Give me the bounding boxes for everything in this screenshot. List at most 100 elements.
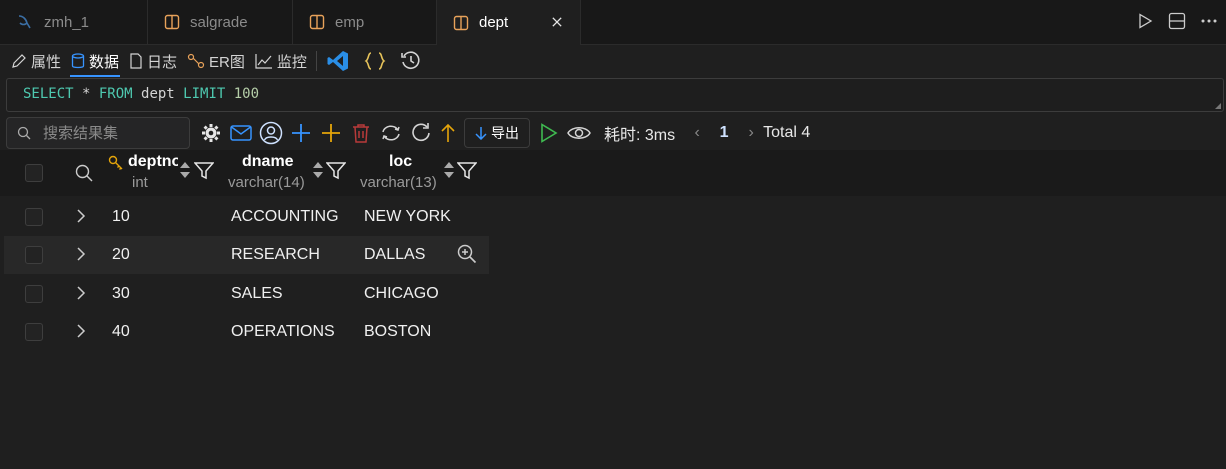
cell-dname[interactable]: OPERATIONS (231, 323, 335, 341)
filter-icon[interactable] (457, 162, 477, 180)
cell-loc[interactable]: BOSTON (364, 323, 431, 341)
current-page[interactable]: 1 (709, 124, 739, 142)
result-search-input[interactable] (41, 123, 185, 143)
column-type: int (132, 174, 148, 191)
row-checkbox[interactable] (25, 285, 43, 303)
view-toolbar: 属性 数据 日志 ER图 监控 (0, 45, 1226, 77)
vscode-icon (327, 51, 348, 71)
cell-deptno[interactable]: 20 (112, 246, 130, 264)
delete-trash-icon[interactable] (346, 118, 376, 148)
run-icon[interactable] (1134, 10, 1156, 32)
cell-dname[interactable]: SALES (231, 285, 283, 303)
pagination: ‹ 1 › Total 4 (685, 124, 810, 142)
chevron-right-icon[interactable]: › (739, 124, 763, 142)
refresh-icon[interactable] (406, 118, 436, 148)
tab-zmh-1[interactable]: zmh_1 (0, 0, 148, 44)
sql-keyword: SELECT (23, 86, 74, 102)
run-query-icon[interactable] (534, 118, 564, 148)
tab-label: emp (335, 13, 365, 31)
chevron-left-icon[interactable]: ‹ (685, 124, 709, 142)
row-checkbox[interactable] (25, 208, 43, 226)
add-column-icon[interactable] (316, 118, 346, 148)
close-icon[interactable] (552, 12, 572, 32)
select-all-checkbox[interactable] (25, 164, 43, 182)
tab-salgrade[interactable]: salgrade (148, 0, 293, 44)
cell-deptno[interactable]: 10 (112, 208, 130, 226)
cell-dname[interactable]: RESEARCH (231, 246, 320, 264)
data-label: 数据 (89, 53, 120, 71)
table-row[interactable]: 30 SALES CHICAGO (0, 275, 1226, 313)
cell-loc[interactable]: DALLAS (364, 246, 425, 264)
sort-icon[interactable] (311, 160, 325, 180)
cell-deptno[interactable]: 30 (112, 285, 130, 303)
sync-icon[interactable] (376, 118, 406, 148)
row-checkbox[interactable] (25, 246, 43, 264)
sort-icon[interactable] (178, 160, 192, 180)
tab-dept[interactable]: dept (437, 0, 581, 45)
column-header-loc[interactable]: loc varchar(13) (360, 150, 480, 196)
properties-tab[interactable]: 属性 (6, 47, 66, 75)
chevron-right-icon[interactable] (76, 285, 86, 301)
arrow-down-icon (475, 127, 487, 140)
search-icon[interactable] (75, 164, 93, 185)
query-timing: 耗时: 3ms (604, 127, 676, 144)
tab-emp[interactable]: emp (293, 0, 437, 44)
pencil-icon (12, 54, 26, 68)
cell-dname[interactable]: ACCOUNTING (231, 208, 339, 226)
data-tab[interactable]: 数据 (66, 47, 124, 77)
monitor-tab[interactable]: 监控 (250, 47, 312, 75)
sort-icon[interactable] (442, 160, 456, 180)
table-row[interactable]: 10 ACCOUNTING NEW YORK (0, 198, 1226, 236)
history-button[interactable] (395, 47, 431, 75)
arrow-up-icon[interactable] (436, 118, 460, 148)
add-row-icon[interactable] (286, 118, 316, 148)
table-icon (453, 15, 469, 30)
tab-label: zmh_1 (44, 13, 90, 31)
tab-label: dept (479, 14, 509, 31)
er-diagram-tab[interactable]: ER图 (182, 47, 250, 75)
result-search-box[interactable] (6, 117, 190, 149)
mysql-dolphin-icon (18, 15, 31, 29)
vscode-button[interactable] (321, 47, 359, 75)
log-label: 日志 (147, 53, 178, 71)
monitor-label: 监控 (276, 53, 307, 71)
chevron-right-icon[interactable] (76, 208, 86, 224)
zoom-in-icon[interactable] (457, 244, 477, 264)
export-button[interactable]: 导出 (464, 118, 530, 148)
table-row[interactable]: 20 RESEARCH DALLAS (4, 236, 489, 274)
export-label: 导出 (491, 125, 519, 141)
json-button[interactable] (359, 47, 395, 75)
cell-loc[interactable]: CHICAGO (364, 285, 439, 303)
log-tab[interactable]: 日志 (124, 47, 182, 75)
column-header-dname[interactable]: dname varchar(14) (228, 150, 348, 196)
more-actions-icon[interactable] (1198, 10, 1220, 32)
history-icon (401, 51, 420, 69)
row-checkbox[interactable] (25, 323, 43, 341)
sql-token: * (73, 86, 99, 102)
chevron-right-icon[interactable] (76, 323, 86, 339)
cell-deptno[interactable]: 40 (112, 323, 130, 341)
column-name: loc (389, 153, 413, 170)
settings-gear-icon[interactable] (196, 118, 226, 148)
mail-icon[interactable] (226, 118, 256, 148)
properties-label: 属性 (31, 53, 62, 71)
filter-icon[interactable] (194, 162, 214, 180)
line-chart-icon (255, 54, 272, 69)
separator (315, 51, 317, 71)
sql-keyword: LIMIT (183, 86, 226, 102)
column-header-deptno[interactable]: deptno int (108, 150, 220, 196)
sql-number: 100 (225, 86, 260, 102)
column-name: deptno (128, 153, 178, 170)
resize-handle[interactable] (1215, 103, 1221, 109)
filter-icon[interactable] (326, 162, 346, 180)
table-icon (309, 14, 325, 30)
chevron-right-icon[interactable] (76, 246, 86, 262)
split-editor-icon[interactable] (1166, 10, 1188, 32)
primary-key-icon (108, 155, 123, 170)
sql-query: SELECT * FROM dept LIMIT 100 (23, 86, 259, 102)
cell-loc[interactable]: NEW YORK (364, 208, 451, 226)
eye-icon[interactable] (564, 118, 594, 148)
sql-editor[interactable]: SELECT * FROM dept LIMIT 100 (6, 78, 1224, 112)
user-circle-icon[interactable] (256, 118, 286, 148)
table-row[interactable]: 40 OPERATIONS BOSTON (0, 313, 1226, 351)
